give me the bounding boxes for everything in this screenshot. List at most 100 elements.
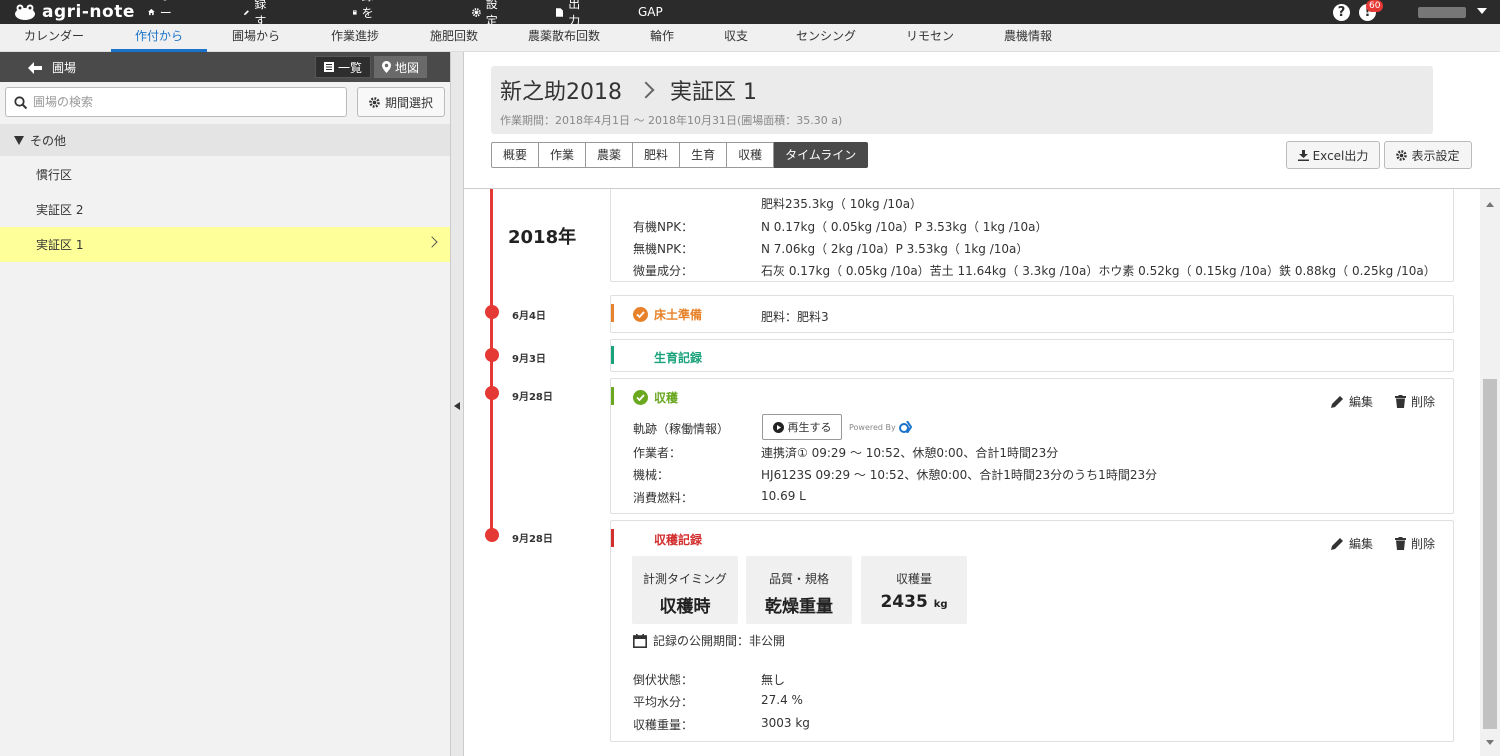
map-view-button[interactable]: 地図	[374, 56, 428, 78]
trash-icon	[1395, 537, 1406, 550]
frog-logo-icon	[15, 4, 35, 20]
event-title: 床土準備	[633, 306, 702, 323]
nav-output[interactable]: 出力	[556, 0, 584, 28]
help-icon[interactable]: ?	[1333, 4, 1350, 21]
tab-work[interactable]: 作業	[539, 142, 587, 168]
record-value: 連携済① 09:29 ～ 10:52、休憩0:00、合計1時間23分	[761, 446, 1059, 460]
tab-pesticide[interactable]: 農薬	[586, 142, 634, 168]
edit-label: 編集	[1349, 537, 1374, 551]
event-date: 9月3日	[512, 354, 546, 365]
summary-value: N 0.17kg（ 0.05kg /10a）P 3.53kg（ 1kg /10a…	[761, 220, 1048, 234]
edit-button[interactable]: 編集	[1331, 393, 1373, 410]
pencil-icon	[1331, 538, 1343, 550]
event-date: 9月28日	[512, 534, 553, 545]
timeline-dot	[485, 386, 499, 400]
event-title-label: 収穫記録	[654, 533, 703, 547]
trash-icon	[1395, 395, 1406, 408]
field-group-label: その他	[30, 133, 67, 148]
tab-growth[interactable]: 生育	[680, 142, 728, 168]
subnav-rotation[interactable]: 輪作	[650, 24, 674, 52]
summary-value: N 7.06kg（ 2kg /10a）P 3.53kg（ 1kg /10a）	[761, 242, 1029, 256]
stat-box-timing: 計測タイミング 収穫時	[632, 556, 738, 624]
map-view-label: 地図	[395, 60, 420, 75]
subnav-pesticide-count[interactable]: 農薬散布回数	[528, 24, 600, 52]
nav-gap[interactable]: GAP	[638, 0, 663, 24]
edit-button[interactable]: 編集	[1331, 535, 1373, 552]
period-select-button[interactable]: 期間選択	[357, 87, 445, 117]
subnav-calendar[interactable]: カレンダー	[24, 24, 84, 52]
scroll-up-arrow-icon[interactable]	[1486, 202, 1494, 207]
stat-value: 乾燥重量	[765, 597, 833, 617]
tab-timeline[interactable]: タイムライン	[774, 142, 869, 168]
list-view-label: 一覧	[338, 60, 363, 75]
user-menu-caret-icon[interactable]	[1477, 8, 1487, 14]
home-icon	[148, 8, 155, 16]
event-card-bed-prep[interactable]: 床土準備 肥料：肥料3	[610, 295, 1454, 333]
tab-overview[interactable]: 概要	[491, 142, 540, 168]
collapse-arrow-icon	[454, 402, 460, 410]
crop-name[interactable]: 新之助2018	[500, 74, 622, 106]
field-item[interactable]: 慣行区	[0, 157, 450, 192]
field-item[interactable]: 実証区 2	[0, 192, 450, 227]
display-settings-button[interactable]: 表示設定	[1384, 141, 1472, 169]
field-item-selected[interactable]: 実証区 1	[0, 227, 450, 262]
event-title: 収穫記録	[654, 531, 702, 548]
back-button[interactable]: 圃場	[28, 59, 76, 76]
event-card-harvest[interactable]: 収穫 編集 削除 軌跡（稼働情報） 再生する Powered By 作業者： 連…	[610, 378, 1454, 514]
nav-gap-label: GAP	[638, 5, 663, 19]
tab-bar: 概要 作業 農薬 肥料 生育 収穫 タイムライン	[491, 142, 869, 168]
stat-label: 収穫量	[895, 572, 932, 586]
field-name: 実証区 1	[670, 80, 757, 105]
stat-label: 品質・規格	[768, 572, 829, 586]
play-track-button[interactable]: 再生する	[762, 414, 842, 440]
tab-harvest[interactable]: 収穫	[727, 142, 775, 168]
record-value: 10.69 L	[761, 489, 806, 503]
app-logo[interactable]: agri-note	[14, 2, 135, 22]
subnav-machine-info[interactable]: 農機情報	[1004, 24, 1052, 52]
sidebar-collapse-handle[interactable]	[450, 52, 464, 756]
subnav-finance[interactable]: 収支	[724, 24, 748, 52]
search-icon	[14, 95, 27, 109]
subnav-fert-count[interactable]: 施肥回数	[430, 24, 478, 52]
book-icon	[353, 9, 357, 15]
subnav-sensing[interactable]: センシング	[796, 24, 856, 52]
triangle-down-icon	[14, 135, 24, 145]
fertilizer-summary-card: 肥料235.3kg（ 10kg /10a） 有機NPK： N 0.17kg（ 0…	[610, 189, 1454, 282]
tab-fertilizer[interactable]: 肥料	[633, 142, 681, 168]
subnav-by-crop[interactable]: 作付から	[111, 24, 208, 52]
list-view-button[interactable]: 一覧	[315, 56, 372, 78]
subnav-remote-sensing[interactable]: リモセン	[906, 24, 954, 52]
excel-export-button[interactable]: Excel出力	[1286, 141, 1380, 169]
stat-number: 2435	[880, 592, 928, 612]
track-label: 軌跡（稼働情報）	[633, 422, 730, 436]
nav-record[interactable]: 記録する	[244, 0, 274, 45]
stat-box-yield: 収穫量 2435 kg	[861, 556, 967, 624]
subnav-progress[interactable]: 作業進捗	[331, 24, 379, 52]
field-item-label: 実証区 1	[36, 238, 84, 252]
sidebar-header: 圃場 一覧 地図	[0, 52, 450, 82]
event-card-growth[interactable]: 生育記録	[610, 339, 1454, 372]
field-search-input[interactable]	[33, 95, 333, 109]
powered-by-label: Powered By	[849, 422, 896, 432]
user-name-redacted[interactable]	[1418, 7, 1466, 18]
field-group-other[interactable]: その他	[0, 124, 450, 156]
work-period: 作業期間：2018年4月1日 ～ 2018年10月31日(圃場面積：35.30 …	[500, 114, 843, 127]
nav-home[interactable]: ホーム	[148, 0, 178, 37]
nav-settings[interactable]: 設定	[472, 0, 502, 28]
summary-label: 微量成分：	[633, 264, 694, 278]
field-search[interactable]	[5, 87, 347, 117]
delete-button[interactable]: 削除	[1395, 535, 1435, 552]
record-value: 27.4 %	[761, 693, 803, 707]
arrow-left-icon	[28, 61, 42, 74]
subnav-by-field[interactable]: 圃場から	[232, 24, 280, 52]
scroll-down-arrow-icon[interactable]	[1486, 740, 1494, 745]
event-card-harvest-record[interactable]: 収穫記録 編集 削除 計測タイミング 収穫時 品質・規格 乾燥重量 収穫量 24…	[610, 520, 1454, 742]
delete-button[interactable]: 削除	[1395, 393, 1435, 410]
notification-badge: 60	[1366, 0, 1384, 12]
stat-value: 収穫時	[659, 597, 711, 617]
scrollbar-thumb[interactable]	[1483, 379, 1497, 729]
nav-view-records[interactable]: 記録を見る	[353, 0, 381, 54]
event-color-bar	[611, 387, 614, 405]
stat-value: 2435 kg	[861, 592, 967, 612]
logo-text: agri-note	[42, 2, 135, 22]
